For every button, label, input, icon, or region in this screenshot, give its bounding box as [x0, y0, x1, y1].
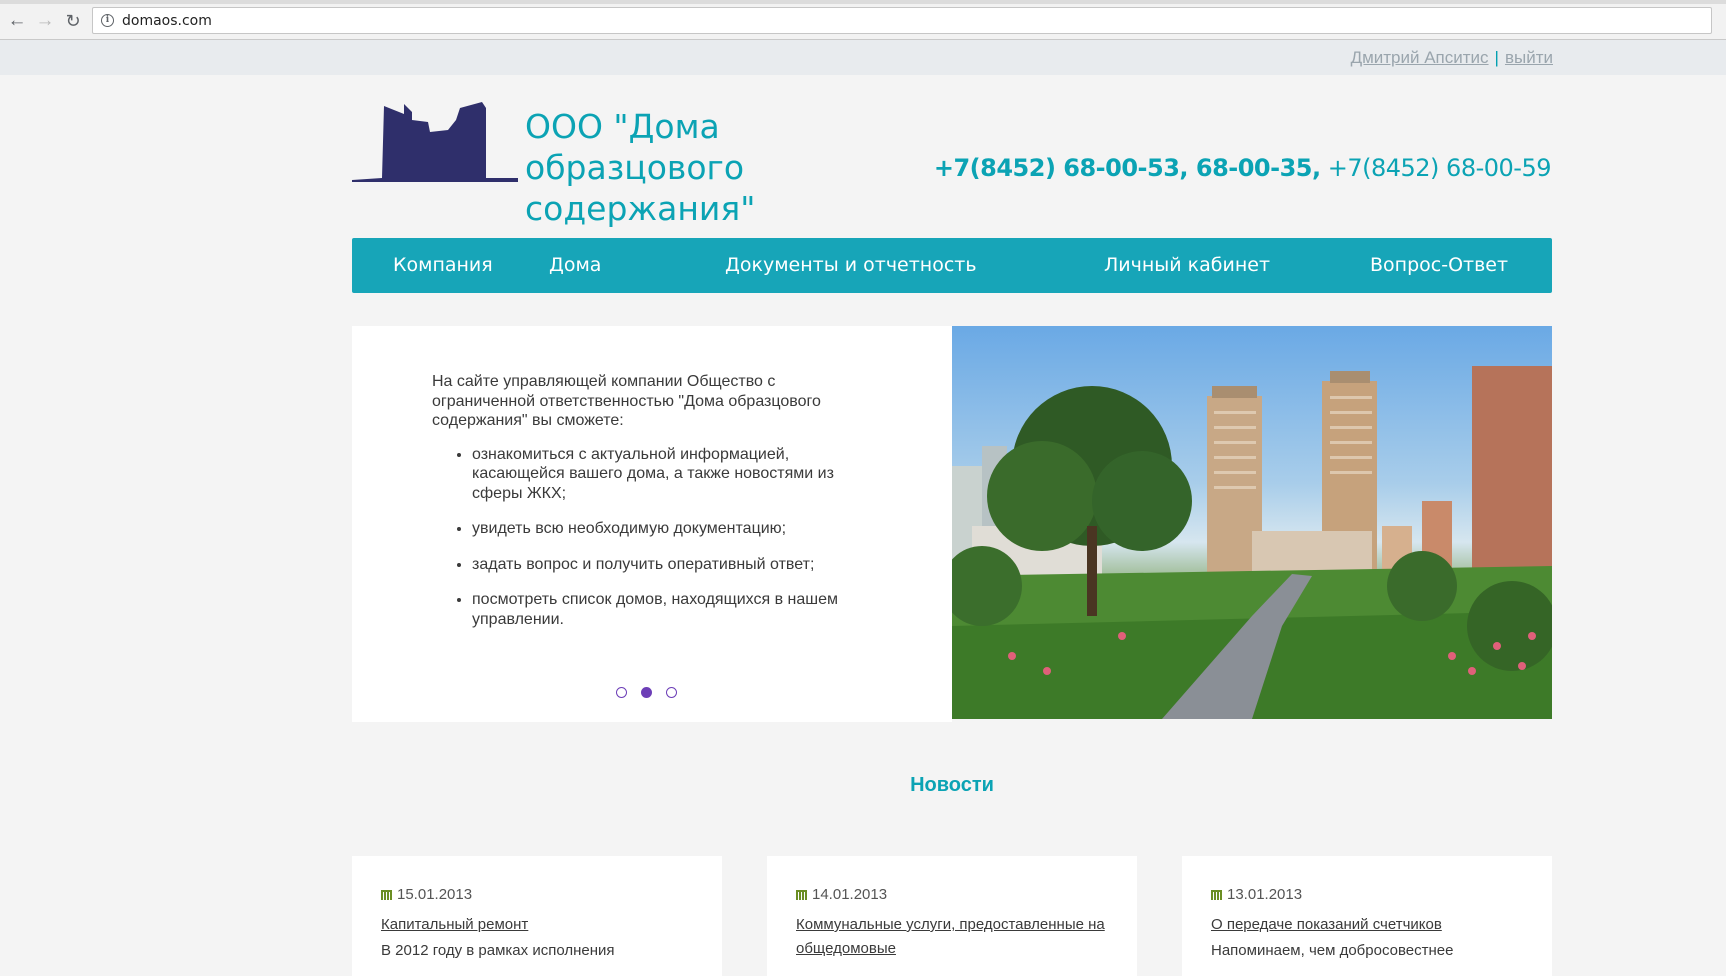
slider-feature-list: ознакомиться с актуальной информацией, к…	[432, 445, 872, 630]
slider-dot-1[interactable]	[616, 687, 627, 698]
news-date: 14.01.2013	[796, 886, 887, 903]
news-title-link[interactable]: Коммунальные услуги, предоставленные на …	[796, 913, 1106, 961]
user-name-link[interactable]: Дмитрий Апситис	[1351, 48, 1489, 67]
news-card: 15.01.2013 Капитальный ремонт В 2012 год…	[352, 856, 722, 976]
news-title-link[interactable]: Капитальный ремонт	[381, 913, 691, 937]
slider-feature-item: ознакомиться с актуальной информацией, к…	[472, 445, 872, 504]
news-excerpt: Напоминаем, чем добросовестнее	[1211, 942, 1454, 959]
tab-strip	[0, 0, 1726, 4]
company-name-line1: ООО "Дома образцового	[525, 107, 745, 187]
news-date-text: 14.01.2013	[812, 886, 888, 903]
browser-toolbar: ← → ↻ i domaos.com	[0, 0, 1726, 40]
slider-text-panel: На сайте управляющей компании Общество с…	[352, 326, 952, 722]
phone-primary: +7(8452) 68-00-53, 68-00-35,	[933, 154, 1321, 182]
news-heading: Новости	[910, 774, 994, 796]
calendar-icon	[796, 889, 807, 900]
menu-item-faq[interactable]: Вопрос-Ответ	[1370, 238, 1508, 293]
residential-complex-illustration	[952, 366, 1552, 719]
slider-feature-item: задать вопрос и получить оперативный отв…	[472, 555, 872, 575]
news-date-text: 15.01.2013	[397, 886, 473, 903]
news-date: 13.01.2013	[1211, 886, 1302, 903]
info-icon[interactable]: i	[101, 14, 114, 27]
slider-dot-3[interactable]	[666, 687, 677, 698]
main-menu: Компания Дома Документы и отчетность Лич…	[352, 238, 1552, 293]
calendar-icon	[1211, 889, 1222, 900]
logout-link[interactable]: выйти	[1505, 48, 1553, 67]
address-bar[interactable]: i domaos.com	[92, 7, 1712, 34]
slider-text: На сайте управляющей компании Общество с…	[432, 372, 872, 645]
menu-item-account[interactable]: Личный кабинет	[1104, 238, 1270, 293]
slider-dot-2[interactable]	[641, 687, 652, 698]
logo-buildings-icon[interactable]	[352, 100, 518, 182]
news-card: 14.01.2013 Коммунальные услуги, предоста…	[767, 856, 1137, 976]
slider-feature-item: посмотреть список домов, находящихся в н…	[472, 590, 872, 629]
slider-intro: На сайте управляющей компании Общество с…	[432, 373, 821, 429]
slider-image-residential-complex	[952, 326, 1552, 719]
news-excerpt: В 2012 году в рамках исполнения	[381, 942, 615, 959]
menu-item-documents[interactable]: Документы и отчетность	[725, 238, 977, 293]
calendar-icon	[381, 889, 392, 900]
arrow-right-icon[interactable]: →	[34, 10, 56, 32]
menu-item-company[interactable]: Компания	[393, 238, 493, 293]
user-links: Дмитрий Апситис | выйти	[1351, 48, 1553, 68]
arrow-left-icon[interactable]: ←	[6, 10, 28, 32]
slider-feature-item: увидеть всю необходимую документацию;	[472, 519, 872, 539]
phone-numbers: +7(8452) 68-00-53, 68-00-35, +7(8452) 68…	[933, 154, 1552, 182]
reload-icon[interactable]: ↻	[62, 10, 84, 32]
address-text[interactable]: domaos.com	[122, 13, 212, 29]
menu-item-houses[interactable]: Дома	[549, 238, 601, 293]
news-card: 13.01.2013 О передаче показаний счетчико…	[1182, 856, 1552, 976]
company-name[interactable]: ООО "Дома образцового содержания"	[525, 106, 945, 229]
news-date-text: 13.01.2013	[1227, 886, 1303, 903]
news-date: 15.01.2013	[381, 886, 472, 903]
user-links-separator: |	[1494, 48, 1499, 67]
company-name-line2: содержания"	[525, 189, 756, 228]
news-title-link[interactable]: О передаче показаний счетчиков	[1211, 913, 1521, 937]
user-bar: Дмитрий Апситис | выйти	[0, 40, 1726, 75]
phone-secondary: +7(8452) 68-00-59	[1320, 154, 1552, 182]
slider-pagination	[616, 687, 677, 698]
